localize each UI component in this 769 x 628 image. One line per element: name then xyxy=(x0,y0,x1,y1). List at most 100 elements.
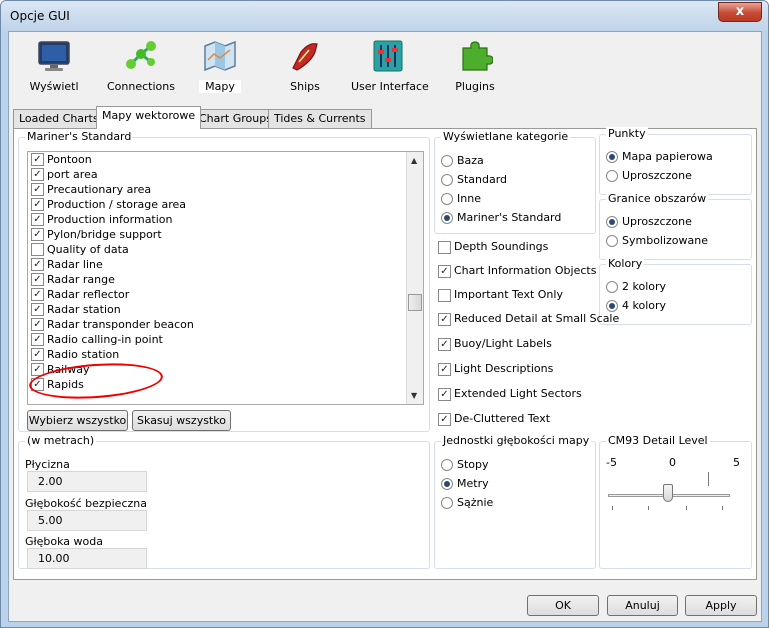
tab-chart-groups[interactable]: Chart Groups xyxy=(193,109,278,129)
list-item[interactable]: ✓ Production / storage area xyxy=(28,197,423,212)
cm93-slider-thumb[interactable] xyxy=(663,484,673,502)
category-option[interactable]: Inne xyxy=(441,192,481,205)
list-item-checkbox[interactable]: ✓ xyxy=(31,183,44,196)
list-item[interactable]: ✓ Radio station xyxy=(28,347,423,362)
radio-button-icon[interactable] xyxy=(441,497,453,509)
list-item[interactable]: ✓ Pontoon xyxy=(28,152,423,167)
list-item-checkbox[interactable] xyxy=(31,243,44,256)
depth-unit-option[interactable]: Stopy xyxy=(441,458,489,471)
radio-button-icon[interactable] xyxy=(441,155,453,167)
toolbar-user-interface-button[interactable]: User Interface xyxy=(351,38,429,100)
list-item[interactable]: ✓ Railway xyxy=(28,362,423,377)
checkbox[interactable] xyxy=(438,240,451,254)
checkbox[interactable]: ✓ xyxy=(438,412,451,426)
list-item-checkbox[interactable]: ✓ xyxy=(31,318,44,331)
list-item[interactable]: ✓ Radar reflector xyxy=(28,287,423,302)
list-item[interactable]: Quality of data xyxy=(28,242,423,257)
display-option-checkbox[interactable]: Important Text Only xyxy=(438,288,563,302)
points-option[interactable]: Uproszczone xyxy=(606,169,692,182)
display-option-checkbox[interactable]: ✓ Buoy/Light Labels xyxy=(438,337,552,351)
radio-button-icon[interactable] xyxy=(606,300,618,312)
safety-depth-field[interactable]: 5.00 xyxy=(27,510,147,531)
tab-tides-currents[interactable]: Tides & Currents xyxy=(268,109,372,129)
list-item-checkbox[interactable]: ✓ xyxy=(31,168,44,181)
tab-vector-charts[interactable]: Mapy wektorowe xyxy=(96,106,202,129)
display-option-checkbox[interactable]: ✓ Chart Information Objects xyxy=(438,264,596,278)
list-item-checkbox[interactable]: ✓ xyxy=(31,198,44,211)
radio-button-icon[interactable] xyxy=(441,212,453,224)
checkbox[interactable] xyxy=(438,288,451,302)
list-item[interactable]: ✓ Radar transponder beacon xyxy=(28,317,423,332)
radio-button-icon[interactable] xyxy=(441,478,453,490)
list-item-checkbox[interactable]: ✓ xyxy=(31,333,44,346)
checkbox[interactable]: ✓ xyxy=(438,387,451,401)
list-item[interactable]: ✓ Pylon/bridge support xyxy=(28,227,423,242)
colors-option[interactable]: 4 kolory xyxy=(606,299,666,312)
colors-option[interactable]: 2 kolory xyxy=(606,280,666,293)
radio-button-icon[interactable] xyxy=(606,235,618,247)
checkbox[interactable]: ✓ xyxy=(438,312,451,326)
radio-button-icon[interactable] xyxy=(606,170,618,182)
list-item[interactable]: ✓ Radar line xyxy=(28,257,423,272)
list-item-checkbox[interactable]: ✓ xyxy=(31,213,44,226)
cancel-button[interactable]: Anuluj xyxy=(607,595,678,616)
list-item-checkbox[interactable]: ✓ xyxy=(31,153,44,166)
list-item[interactable]: ✓ Production information xyxy=(28,212,423,227)
display-option-checkbox[interactable]: ✓ Reduced Detail at Small Scale xyxy=(438,312,619,326)
close-button[interactable]: x xyxy=(718,2,762,22)
shallow-depth-field[interactable]: 2.00 xyxy=(27,471,147,492)
list-item-checkbox[interactable]: ✓ xyxy=(31,258,44,271)
radio-button-icon[interactable] xyxy=(606,151,618,163)
scrollbar-thumb[interactable] xyxy=(408,294,422,311)
list-item-checkbox[interactable]: ✓ xyxy=(31,288,44,301)
list-scrollbar[interactable]: ▲ ▼ xyxy=(406,152,423,404)
radio-button-icon[interactable] xyxy=(606,216,618,228)
list-item-checkbox[interactable]: ✓ xyxy=(31,348,44,361)
toolbar-ships-button[interactable]: Ships xyxy=(281,38,329,100)
clear-all-button[interactable]: Skasuj wszystko xyxy=(132,410,231,431)
display-option-checkbox[interactable]: Depth Soundings xyxy=(438,240,548,254)
select-all-button[interactable]: Wybierz wszystko xyxy=(27,410,128,431)
ok-button[interactable]: OK xyxy=(527,595,599,616)
scroll-up-icon[interactable]: ▲ xyxy=(411,156,417,165)
scroll-down-icon[interactable]: ▼ xyxy=(411,391,417,400)
list-item-checkbox[interactable]: ✓ xyxy=(31,363,44,376)
depth-unit-option[interactable]: Sążnie xyxy=(441,496,493,509)
list-item[interactable]: ✓ Radio calling-in point xyxy=(28,332,423,347)
checkbox[interactable]: ✓ xyxy=(438,362,451,376)
toolbar-plugins-button[interactable]: Plugins xyxy=(451,38,499,100)
toolbar-charts-button[interactable]: Mapy xyxy=(199,38,241,100)
list-item-checkbox[interactable]: ✓ xyxy=(31,378,44,391)
radio-button-icon[interactable] xyxy=(606,281,618,293)
category-option[interactable]: Standard xyxy=(441,173,507,186)
toolbar-connections-button[interactable]: Connections xyxy=(105,38,177,100)
list-item[interactable]: ✓ port area xyxy=(28,167,423,182)
category-option[interactable]: Baza xyxy=(441,154,484,167)
category-option[interactable]: Mariner's Standard xyxy=(441,211,561,224)
radio-button-icon[interactable] xyxy=(441,459,453,471)
apply-button[interactable]: Apply xyxy=(685,595,757,616)
checkbox[interactable]: ✓ xyxy=(438,337,451,351)
radio-button-icon[interactable] xyxy=(441,193,453,205)
deep-water-field[interactable]: 10.00 xyxy=(27,548,147,569)
boundaries-option[interactable]: Symbolizowane xyxy=(606,234,708,247)
list-item-checkbox[interactable]: ✓ xyxy=(31,303,44,316)
list-item[interactable]: ✓ Radar range xyxy=(28,272,423,287)
radio-button-icon[interactable] xyxy=(441,174,453,186)
depth-unit-option[interactable]: Metry xyxy=(441,477,489,490)
list-item[interactable]: ✓ Radar station xyxy=(28,302,423,317)
list-item-checkbox[interactable]: ✓ xyxy=(31,273,44,286)
colors-group: Kolory 2 kolory 4 kolory xyxy=(599,257,752,325)
points-option[interactable]: Mapa papierowa xyxy=(606,150,713,163)
display-option-checkbox[interactable]: ✓ Extended Light Sectors xyxy=(438,387,582,401)
tab-loaded-charts[interactable]: Loaded Charts xyxy=(13,109,105,129)
list-item-checkbox[interactable]: ✓ xyxy=(31,228,44,241)
list-item[interactable]: ✓ Precautionary area xyxy=(28,182,423,197)
display-option-checkbox[interactable]: ✓ Light Descriptions xyxy=(438,362,553,376)
boundaries-option[interactable]: Uproszczone xyxy=(606,215,692,228)
display-option-checkbox[interactable]: ✓ De-Cluttered Text xyxy=(438,412,550,426)
mariners-standard-list[interactable]: ✓ Pontoon ✓ port area ✓ Precautionary area ✓ Pr… xyxy=(27,151,424,405)
checkbox[interactable]: ✓ xyxy=(438,264,451,278)
list-item[interactable]: ✓ Rapids xyxy=(28,377,423,392)
toolbar-display-button[interactable]: Wyświetl xyxy=(25,38,83,100)
